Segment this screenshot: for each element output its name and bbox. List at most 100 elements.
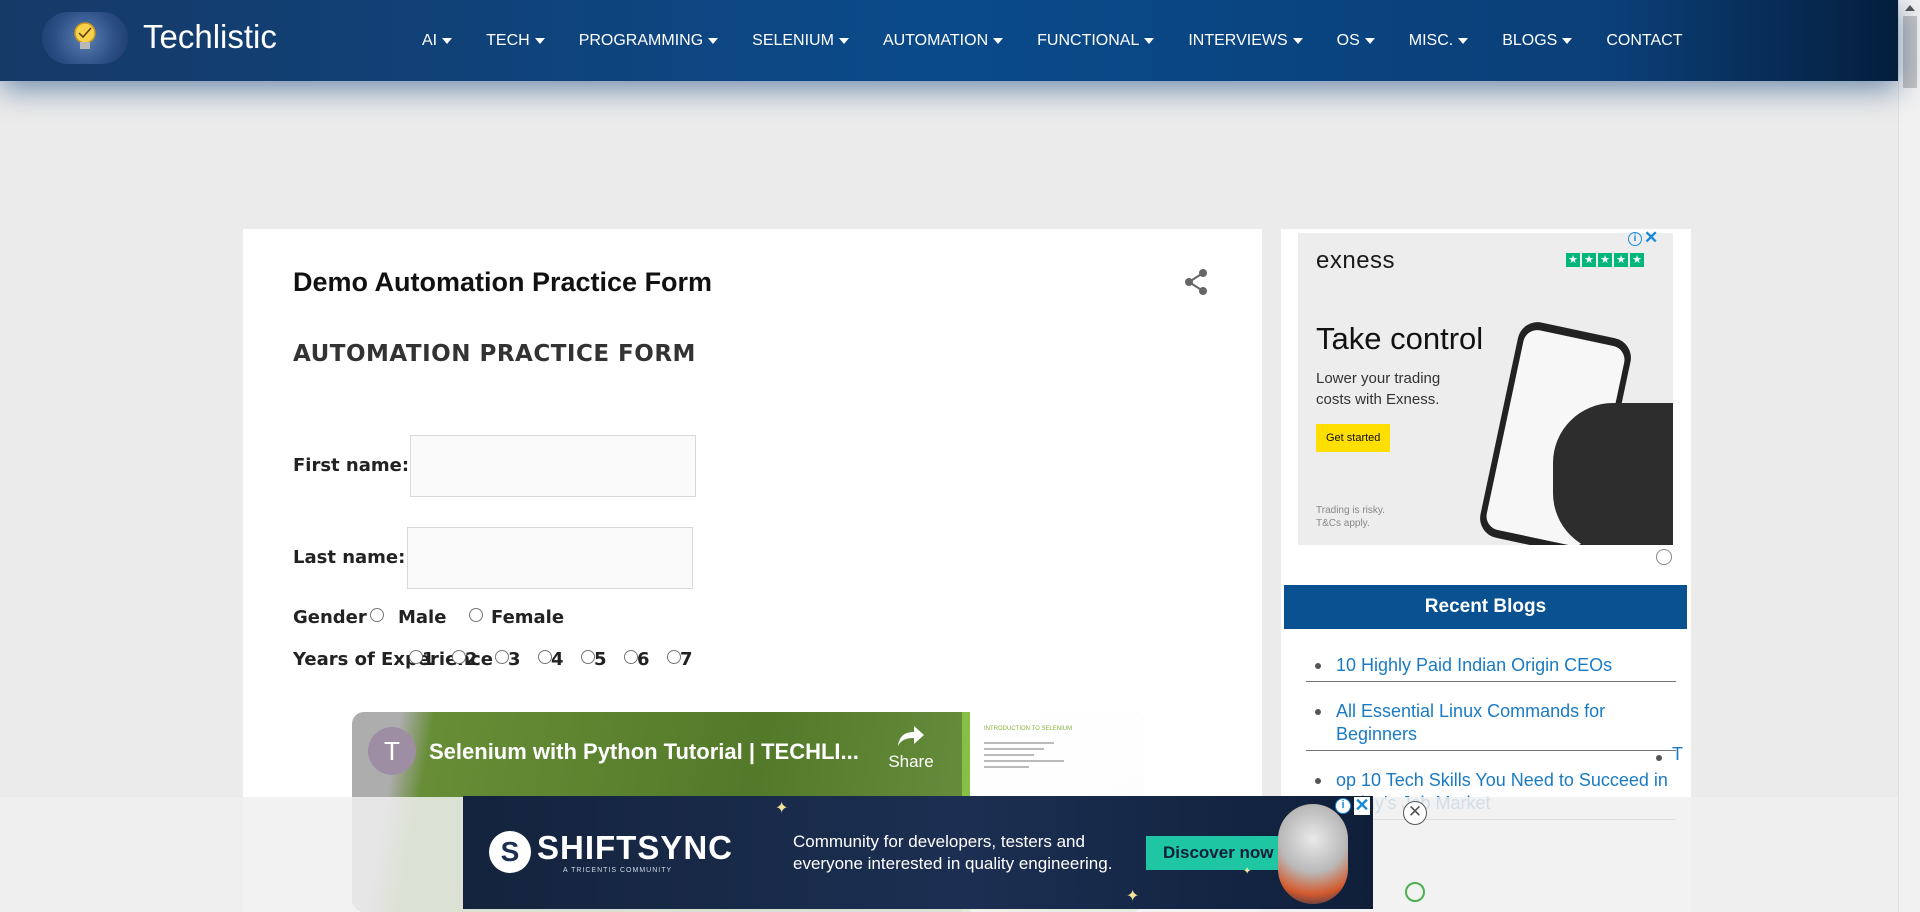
experience-radio-2[interactable] [452, 650, 466, 664]
video-share-label: Share [888, 752, 934, 771]
nav-item-selenium[interactable]: SELENIUM [735, 32, 866, 50]
star-icon: ★ [1598, 253, 1612, 267]
nav-item-ai[interactable]: AI [405, 32, 469, 50]
lightbulb-icon [74, 22, 96, 49]
star-icon: ★ [1630, 253, 1644, 267]
nav-item-label: BLOGS [1502, 31, 1558, 49]
nav-item-label: TECH [486, 31, 530, 49]
experience-radio-1[interactable] [409, 650, 423, 664]
experience-radio-3[interactable] [495, 650, 509, 664]
slide-text-line [984, 748, 1044, 750]
ad-disclaimer: Trading is risky. T&Cs apply. [1316, 505, 1385, 529]
shiftsync-ad[interactable]: S SHIFTSYNC A TRICENTIS COMMUNITY Commun… [463, 796, 1373, 909]
caret-down-icon [1292, 37, 1303, 44]
experience-radio-7[interactable] [667, 650, 681, 664]
share-icon[interactable] [1183, 268, 1209, 296]
bottom-ad-close-button[interactable]: ✕ [1403, 801, 1427, 825]
blog-link[interactable]: All Essential Linux Commands for Beginne… [1336, 700, 1676, 750]
astronaut-image [1278, 804, 1348, 904]
video-title[interactable]: Selenium with Python Tutorial | TECHLI..… [429, 739, 859, 765]
site-header: Techlistic AI TECH PROGRAMMING SELENIUM AUTO… [0, 0, 1898, 81]
first-name-input[interactable] [410, 435, 696, 497]
nav-item-label: FUNCTIONAL [1037, 31, 1140, 49]
discover-now-button[interactable]: Discover now [1146, 836, 1291, 870]
experience-radio-6[interactable] [624, 650, 638, 664]
nav-item-os[interactable]: OS [1320, 32, 1392, 50]
site-brand[interactable]: Techlistic [143, 18, 277, 56]
nav-item-functional[interactable]: FUNCTIONAL [1020, 32, 1171, 50]
main-nav: AI TECH PROGRAMMING SELENIUM AUTOMATION FUNCT… [405, 0, 1700, 81]
channel-avatar[interactable]: T [368, 727, 416, 775]
gender-option-male: Male [398, 607, 447, 628]
caret-down-icon [1562, 37, 1573, 44]
experience-option-2: 2 [465, 649, 478, 670]
shiftsync-tagline: A TRICENTIS COMMUNITY [563, 867, 673, 874]
ad-close-icon[interactable]: ✕ [1644, 229, 1658, 246]
share-arrow-icon [898, 726, 924, 746]
page-scrollbar[interactable] [1898, 0, 1920, 912]
caret-down-icon [708, 37, 719, 44]
star-icon: ★ [1582, 253, 1596, 267]
last-name-input[interactable] [407, 527, 693, 589]
exness-ad[interactable]: exness ★ ★ ★ ★ ★ Take control Lower your… [1298, 233, 1673, 545]
nav-item-automation[interactable]: AUTOMATION [866, 32, 1020, 50]
nav-item-label: CONTACT [1606, 31, 1683, 49]
bottom-ad-x-icon[interactable]: ✕ [1354, 796, 1370, 815]
slide-text-line [984, 754, 1034, 756]
blog-link[interactable]: 10 Highly Paid Indian Origin CEOs [1336, 654, 1676, 681]
nav-item-tech[interactable]: TECH [469, 32, 562, 50]
site-logo[interactable] [42, 12, 128, 64]
slide-text-line [984, 766, 1029, 768]
slide-title: INTRODUCTION TO SELENIUM [984, 726, 1073, 732]
last-name-label: Last name: [293, 547, 406, 568]
experience-radio-4[interactable] [538, 650, 552, 664]
post-title: Demo Automation Practice Form [293, 267, 713, 297]
ad-get-started-button[interactable]: Get started [1316, 424, 1391, 452]
trustpilot-stars: ★ ★ ★ ★ ★ [1566, 253, 1644, 267]
shiftsync-text: Community for developers, testers and ev… [793, 832, 1113, 873]
slide-text-line [984, 760, 1064, 762]
nav-item-label: PROGRAMMING [578, 31, 704, 49]
experience-radio-5[interactable] [581, 650, 595, 664]
sparkle-icon: ✦ [1243, 866, 1252, 877]
caret-down-icon [1144, 37, 1155, 44]
nav-item-contact[interactable]: CONTACT [1589, 32, 1699, 50]
adchoices-icon[interactable] [1656, 549, 1672, 565]
slide-text-line [984, 742, 1054, 744]
shiftsync-logo-icon: S [489, 831, 531, 873]
nav-item-misc[interactable]: MISC. [1392, 32, 1485, 50]
ad-info-icon[interactable]: i [1628, 232, 1642, 246]
scroll-thumb[interactable] [1903, 16, 1917, 88]
star-icon: ★ [1566, 253, 1580, 267]
nav-item-programming[interactable]: PROGRAMMING [562, 32, 735, 50]
recent-blogs-heading: Recent Blogs [1284, 585, 1687, 629]
form-heading: AUTOMATION PRACTICE FORM [293, 341, 696, 367]
nav-item-blogs[interactable]: BLOGS [1485, 32, 1589, 50]
experience-option-1: 1 [422, 649, 435, 670]
exness-logo: exness [1316, 247, 1396, 274]
caret-down-icon [442, 37, 453, 44]
nav-item-label: OS [1336, 31, 1360, 49]
nav-item-label: AI [422, 31, 438, 49]
list-item: All Essential Linux Commands for Beginne… [1306, 700, 1676, 751]
gender-radio-female[interactable] [469, 608, 483, 622]
caret-down-icon [534, 37, 545, 44]
gender-label: Gender [293, 607, 367, 628]
list-bullet [1656, 755, 1662, 761]
ad-headline: Take control [1316, 321, 1484, 356]
video-share-button[interactable]: Share [886, 724, 936, 772]
experience-option-4: 4 [551, 649, 564, 670]
nav-item-label: INTERVIEWS [1188, 31, 1288, 49]
gender-option-female: Female [491, 607, 565, 628]
gender-radio-male[interactable] [370, 608, 384, 622]
bottom-ad-info-icon[interactable]: i [1335, 798, 1351, 814]
adchoices-icon[interactable] [1405, 882, 1425, 902]
caret-down-icon [838, 37, 849, 44]
first-name-label: First name: [293, 455, 410, 476]
nav-item-interviews[interactable]: INTERVIEWS [1171, 32, 1319, 50]
overflow-link-text[interactable]: T [1672, 744, 1683, 765]
sparkle-icon: ✦ [1126, 888, 1140, 905]
scroll-up-arrow-icon[interactable] [1905, 5, 1915, 11]
experience-option-3: 3 [508, 649, 521, 670]
experience-option-6: 6 [637, 649, 650, 670]
